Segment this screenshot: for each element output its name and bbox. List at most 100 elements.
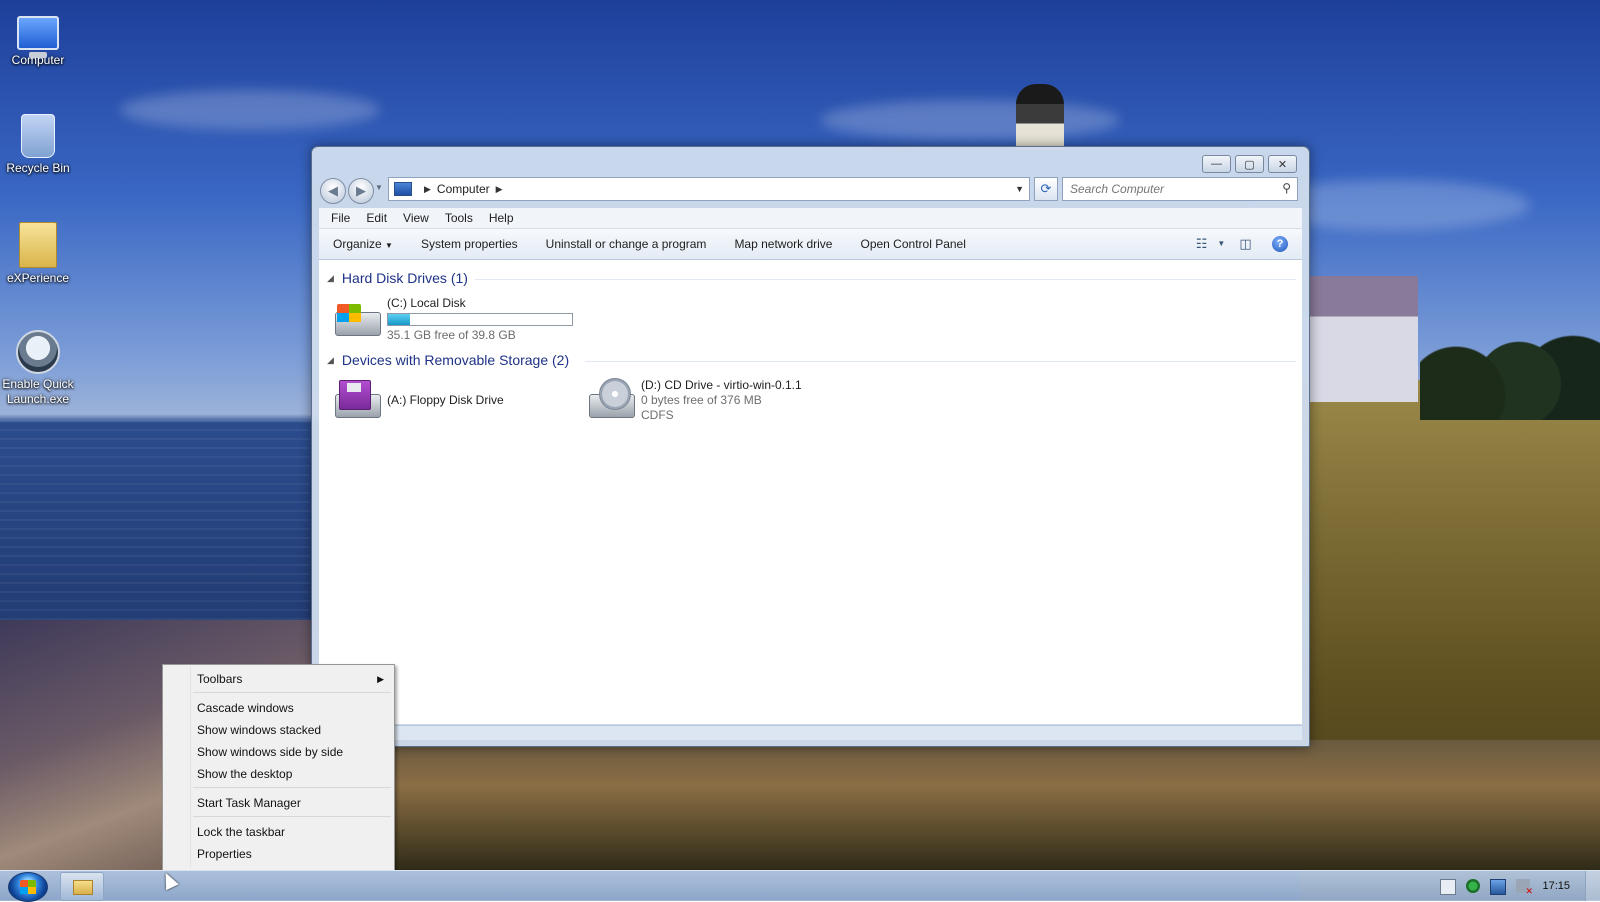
floppy-drive-icon	[333, 378, 381, 420]
desktop-icon-computer[interactable]: Computer	[0, 8, 76, 68]
recycle-bin-icon	[21, 114, 55, 158]
menu-item-label: Toolbars	[197, 672, 243, 686]
drive-name: (C:) Local Disk	[387, 296, 466, 310]
organize-button[interactable]: Organize ▼	[319, 237, 407, 251]
search-icon[interactable]: ⚲	[1282, 181, 1291, 195]
chevron-down-icon: ▼	[1217, 239, 1226, 248]
volume-muted-icon[interactable]	[1516, 879, 1533, 897]
breadcrumb-chevron-icon[interactable]: ▶	[424, 184, 431, 195]
desktop-icon-label: Enable Quick Launch.exe	[2, 377, 74, 406]
maximize-button[interactable]: ▢	[1235, 155, 1264, 173]
forward-button[interactable]: ▶	[348, 178, 374, 204]
windows-logo-icon	[20, 880, 36, 894]
capacity-bar	[387, 313, 573, 326]
hard-drive-icon	[333, 296, 381, 338]
collapse-triangle-icon: ◢	[327, 354, 334, 365]
menu-tools[interactable]: Tools	[445, 211, 473, 225]
change-view-button[interactable]: ☷ ▼	[1196, 235, 1226, 252]
group-title: Hard Disk Drives (1)	[341, 270, 468, 286]
capacity-fill	[388, 314, 411, 325]
menu-help[interactable]: Help	[489, 211, 514, 225]
folder-icon	[73, 880, 93, 895]
submenu-arrow-icon: ▶	[377, 674, 384, 684]
menu-item-show-windows-stacked[interactable]: Show windows stacked	[197, 720, 386, 740]
menu-item-start-task-manager[interactable]: Start Task Manager	[197, 793, 386, 813]
start-button[interactable]	[8, 872, 48, 902]
minimize-button[interactable]: —	[1202, 155, 1231, 173]
menu-item-show-windows-side-by-side[interactable]: Show windows side by side	[197, 742, 386, 762]
application-icon	[16, 330, 60, 374]
drive-a[interactable]: (A:) Floppy Disk Drive	[333, 378, 504, 420]
desktop-icon-experience[interactable]: eXPerience	[0, 222, 76, 286]
network-icon[interactable]	[1490, 879, 1506, 895]
refresh-button[interactable]: ⟳	[1034, 177, 1058, 201]
house	[1308, 276, 1418, 402]
drive-d[interactable]: (D:) CD Drive - virtio-win-0.1.1 0 bytes…	[587, 378, 802, 423]
address-dropdown-icon[interactable]: ▼	[1015, 184, 1024, 194]
taskbar: 17:15	[0, 870, 1600, 902]
preview-pane-icon: ◫	[1239, 235, 1252, 251]
action-center-icon[interactable]	[1440, 879, 1456, 895]
computer-icon	[17, 16, 59, 58]
back-arrow-icon: ◀	[328, 183, 338, 198]
window-controls: — ▢ ✕	[1202, 155, 1297, 173]
desktop-icon-enable-quick-launch[interactable]: Enable Quick Launch.exe	[0, 330, 76, 407]
notification-area	[1440, 879, 1533, 897]
search-box[interactable]: ⚲	[1062, 177, 1298, 201]
breadcrumb-computer[interactable]: Computer	[437, 182, 490, 196]
help-icon[interactable]: ?	[1272, 235, 1288, 252]
drive-free-space: 35.1 GB free of 39.8 GB	[387, 328, 516, 342]
group-title: Devices with Removable Storage (2)	[341, 352, 570, 368]
system-properties-button[interactable]: System properties	[407, 237, 532, 251]
desktop-icon-label: Recycle Bin	[6, 161, 70, 175]
chevron-down-icon: ▼	[385, 241, 393, 250]
menu-view[interactable]: View	[403, 211, 429, 225]
menu-item-toolbars[interactable]: Toolbars ▶	[197, 669, 386, 689]
menu-bar: File Edit View Tools Help	[319, 208, 1302, 229]
close-button[interactable]: ✕	[1268, 155, 1297, 173]
collapse-triangle-icon: ◢	[327, 272, 334, 283]
clock[interactable]: 17:15	[1542, 880, 1570, 892]
taskbar-explorer-button[interactable]	[60, 872, 104, 901]
search-input[interactable]	[1063, 181, 1272, 197]
breadcrumb-chevron-icon[interactable]: ▶	[496, 184, 503, 195]
security-shield-icon[interactable]	[1466, 879, 1480, 893]
menu-file[interactable]: File	[331, 211, 350, 225]
drive-file-system: CDFS	[641, 408, 674, 422]
explorer-window: — ▢ ✕ ◀ ▶ ▼ ▶ Computer ▶ ▼ ⟳ ⚲ File Edit…	[311, 146, 1310, 747]
forward-arrow-icon: ▶	[356, 183, 366, 198]
organize-label: Organize	[333, 237, 382, 251]
drive-name: (D:) CD Drive - virtio-win-0.1.1	[641, 378, 802, 392]
computer-icon	[394, 182, 412, 196]
group-header-hard-disks[interactable]: ◢ Hard Disk Drives (1)	[327, 270, 468, 286]
recent-pages-dropdown[interactable]: ▼	[375, 183, 383, 192]
menu-item-show-the-desktop[interactable]: Show the desktop	[197, 764, 386, 784]
navigation-bar: ◀ ▶ ▼ ▶ Computer ▶ ▼ ⟳ ⚲	[320, 177, 1301, 204]
lighthouse	[1016, 84, 1064, 150]
file-list-pane: ◢ Hard Disk Drives (1) (C:) Local Disk 3…	[319, 260, 1302, 724]
view-options-icon: ☷	[1195, 235, 1208, 251]
drive-c[interactable]: (C:) Local Disk 35.1 GB free of 39.8 GB	[333, 296, 573, 343]
cd-drive-icon	[587, 378, 635, 420]
menu-item-cascade-windows[interactable]: Cascade windows	[197, 698, 386, 718]
show-desktop-button[interactable]	[1585, 871, 1600, 901]
desktop-icon-label: eXPerience	[6, 271, 70, 285]
group-header-removable[interactable]: ◢ Devices with Removable Storage (2)	[327, 352, 569, 368]
drive-name: (A:) Floppy Disk Drive	[387, 393, 504, 407]
command-bar: Organize ▼ System properties Uninstall o…	[319, 229, 1302, 260]
open-control-panel-button[interactable]: Open Control Panel	[846, 237, 979, 251]
menu-edit[interactable]: Edit	[366, 211, 387, 225]
menu-item-lock-the-taskbar[interactable]: Lock the taskbar	[197, 822, 386, 842]
menu-item-properties[interactable]: Properties	[197, 844, 386, 864]
details-pane	[319, 725, 1302, 740]
map-network-drive-button[interactable]: Map network drive	[720, 237, 846, 251]
taskbar-context-menu: Toolbars ▶ Cascade windows Show windows …	[162, 664, 395, 871]
back-button[interactable]: ◀	[320, 178, 346, 204]
uninstall-program-button[interactable]: Uninstall or change a program	[532, 237, 721, 251]
address-bar[interactable]: ▶ Computer ▶ ▼	[388, 177, 1030, 201]
refresh-icon: ⟳	[1040, 181, 1052, 196]
folder-icon	[19, 222, 57, 268]
preview-pane-button[interactable]: ◫	[1237, 235, 1254, 252]
drive-free-space: 0 bytes free of 376 MB	[641, 393, 762, 407]
desktop-icon-recycle-bin[interactable]: Recycle Bin	[0, 114, 76, 176]
